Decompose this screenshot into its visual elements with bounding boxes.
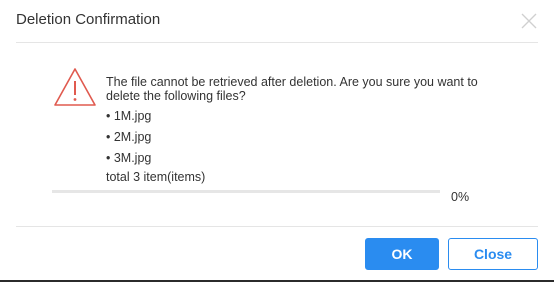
close-icon[interactable] xyxy=(518,10,540,32)
progress-label: 0% xyxy=(451,190,470,204)
header-divider xyxy=(16,42,538,43)
deletion-confirmation-dialog: Deletion Confirmation The file cannot be… xyxy=(0,0,554,280)
footer-divider xyxy=(16,226,538,227)
warning-message: The file cannot be retrieved after delet… xyxy=(106,75,478,103)
ok-button[interactable]: OK xyxy=(365,238,439,270)
warning-icon xyxy=(54,68,96,106)
total-count: total 3 item(items) xyxy=(106,170,206,184)
dialog-header: Deletion Confirmation xyxy=(0,0,554,42)
list-item: • 2M.jpg xyxy=(106,130,152,144)
progress-bar xyxy=(52,190,440,193)
file-list: • 1M.jpg • 2M.jpg • 3M.jpg xyxy=(106,108,151,171)
close-button[interactable]: Close xyxy=(448,238,538,270)
list-item: • 3M.jpg xyxy=(106,151,152,165)
dialog-title: Deletion Confirmation xyxy=(16,11,161,28)
list-item: • 1M.jpg xyxy=(106,109,152,123)
